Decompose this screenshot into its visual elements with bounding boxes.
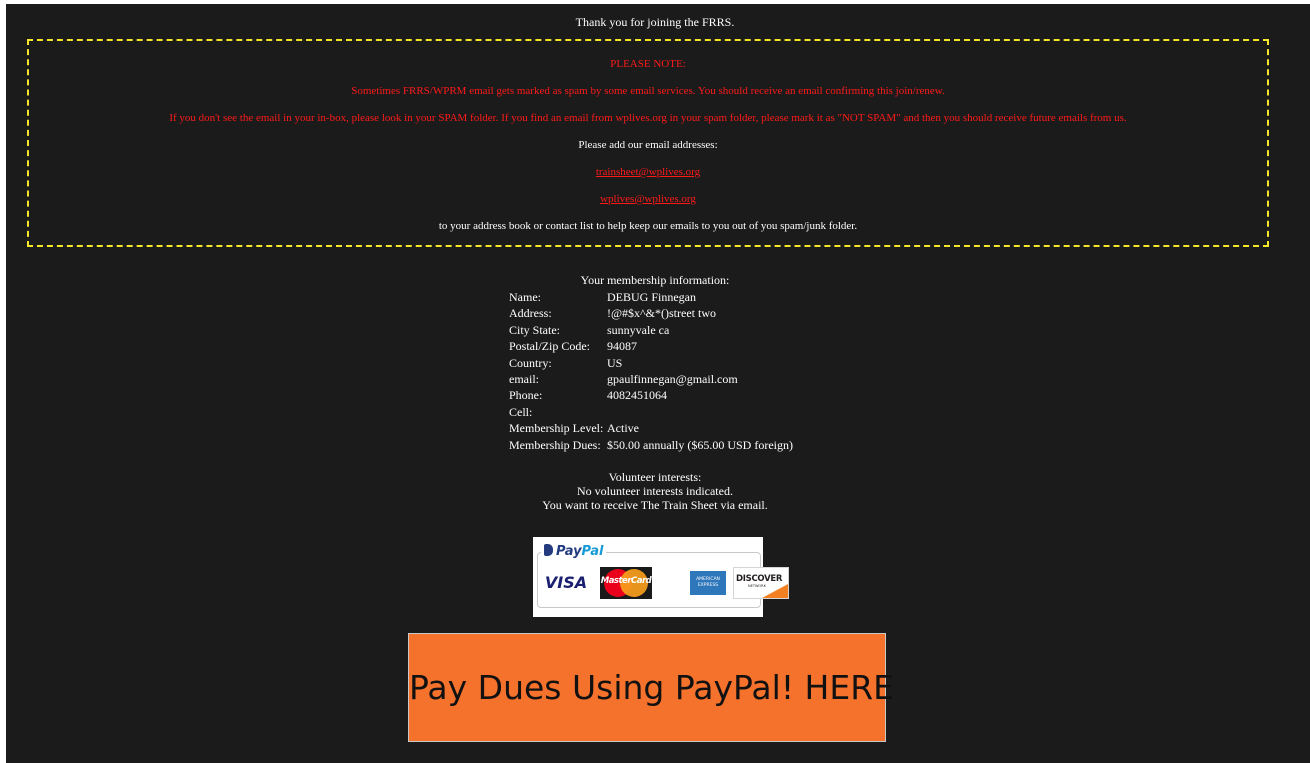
paypal-brand-part2: Pal [581,544,604,559]
field-label: Country: [509,355,552,370]
paypal-brand-part1: Pay [556,544,582,559]
thank-you-message: Thank you for joining the FRRS. [575,15,735,29]
spam-notice-box: PLEASE NOTE: Sometimes FRRS/WPRM email g… [27,39,1269,247]
field-value: $50.00 annually ($65.00 USD foreign) [607,437,793,452]
field-label: Name: [509,290,541,304]
field-value: 4082451064 [607,388,667,403]
field-label: Phone: [509,388,543,403]
email-link-trainsheet[interactable]: trainsheet@wplives.org [596,166,700,178]
paypal-p-mark-icon [544,544,553,556]
field-value: 94087 [607,339,637,354]
table-row: Membership Dues: $50.00 annually ($65.00… [509,437,795,453]
train-sheet-preference: You want to receive The Train Sheet via … [542,498,768,512]
volunteer-status: No volunteer interests indicated. [577,484,733,498]
spam-instructions-text: If you don't see the email in your in-bo… [169,112,1127,124]
pay-dues-paypal-button[interactable]: Pay Dues Using PayPal! HERE [408,633,894,742]
spam-warning-text: Sometimes FRRS/WPRM email gets marked as… [351,85,945,97]
mastercard-card-icon: MasterCard [600,567,652,599]
field-value: sunnyvale ca [607,322,670,337]
field-label: Membership Level: [509,421,604,436]
address-book-text: to your address book or contact list to … [438,220,858,232]
field-value: gpaulfinnegan@gmail.com [607,372,738,387]
page-frame: Thank you for joining the FRRS. PLEASE N… [6,4,1310,763]
paypal-logo-icon: PayPal [541,544,607,560]
discover-accent-shape [762,584,788,598]
field-value: !@#$x^&*()street two [607,306,716,321]
mastercard-wordmark: MasterCard [600,576,652,586]
field-label: Cell: [509,404,533,419]
paypal-accepted-cards-badge: PayPal VISA MasterCard AMERICAN EXPRESS … [533,537,789,617]
visa-card-icon: VISA [544,573,588,592]
field-label: City State: [509,322,560,337]
table-row: City State: sunnyvale ca [509,322,795,338]
amex-card-icon: AMERICAN EXPRESS [690,571,726,595]
field-label: Address: [509,306,552,321]
notice-heading: PLEASE NOTE: [610,58,686,70]
discover-wordmark: DISCOVER [736,574,783,584]
field-value [607,404,795,420]
table-row: Postal/Zip Code: 94087 [509,338,795,354]
email-link-wplives[interactable]: wplives@wplives.org [600,193,696,205]
table-row: Name: DEBUG Finnegan [509,289,795,305]
membership-info-header: Your membership information: [580,273,730,287]
discover-card-icon: DISCOVER NETWORK [733,567,789,599]
membership-info-table: Name: DEBUG Finnegan Address: !@#$x^&*()… [509,289,795,453]
field-label: email: [509,372,539,387]
field-label: Postal/Zip Code: [509,339,590,354]
field-label: Membership Dues: [509,437,601,452]
table-row: Membership Level: Active [509,420,795,436]
field-value: US [607,355,623,370]
table-row: Cell: [509,404,795,420]
table-row: Address: !@#$x^&*()street two [509,305,795,321]
add-addresses-text: Please add our email addresses: [578,139,718,151]
field-value: DEBUG Finnegan [607,290,696,304]
field-value: Active [607,421,639,436]
table-row: email: gpaulfinnegan@gmail.com [509,371,795,387]
table-row: Phone: 4082451064 [509,387,795,403]
table-row: Country: US [509,355,795,371]
volunteer-header: Volunteer interests: [608,470,702,484]
